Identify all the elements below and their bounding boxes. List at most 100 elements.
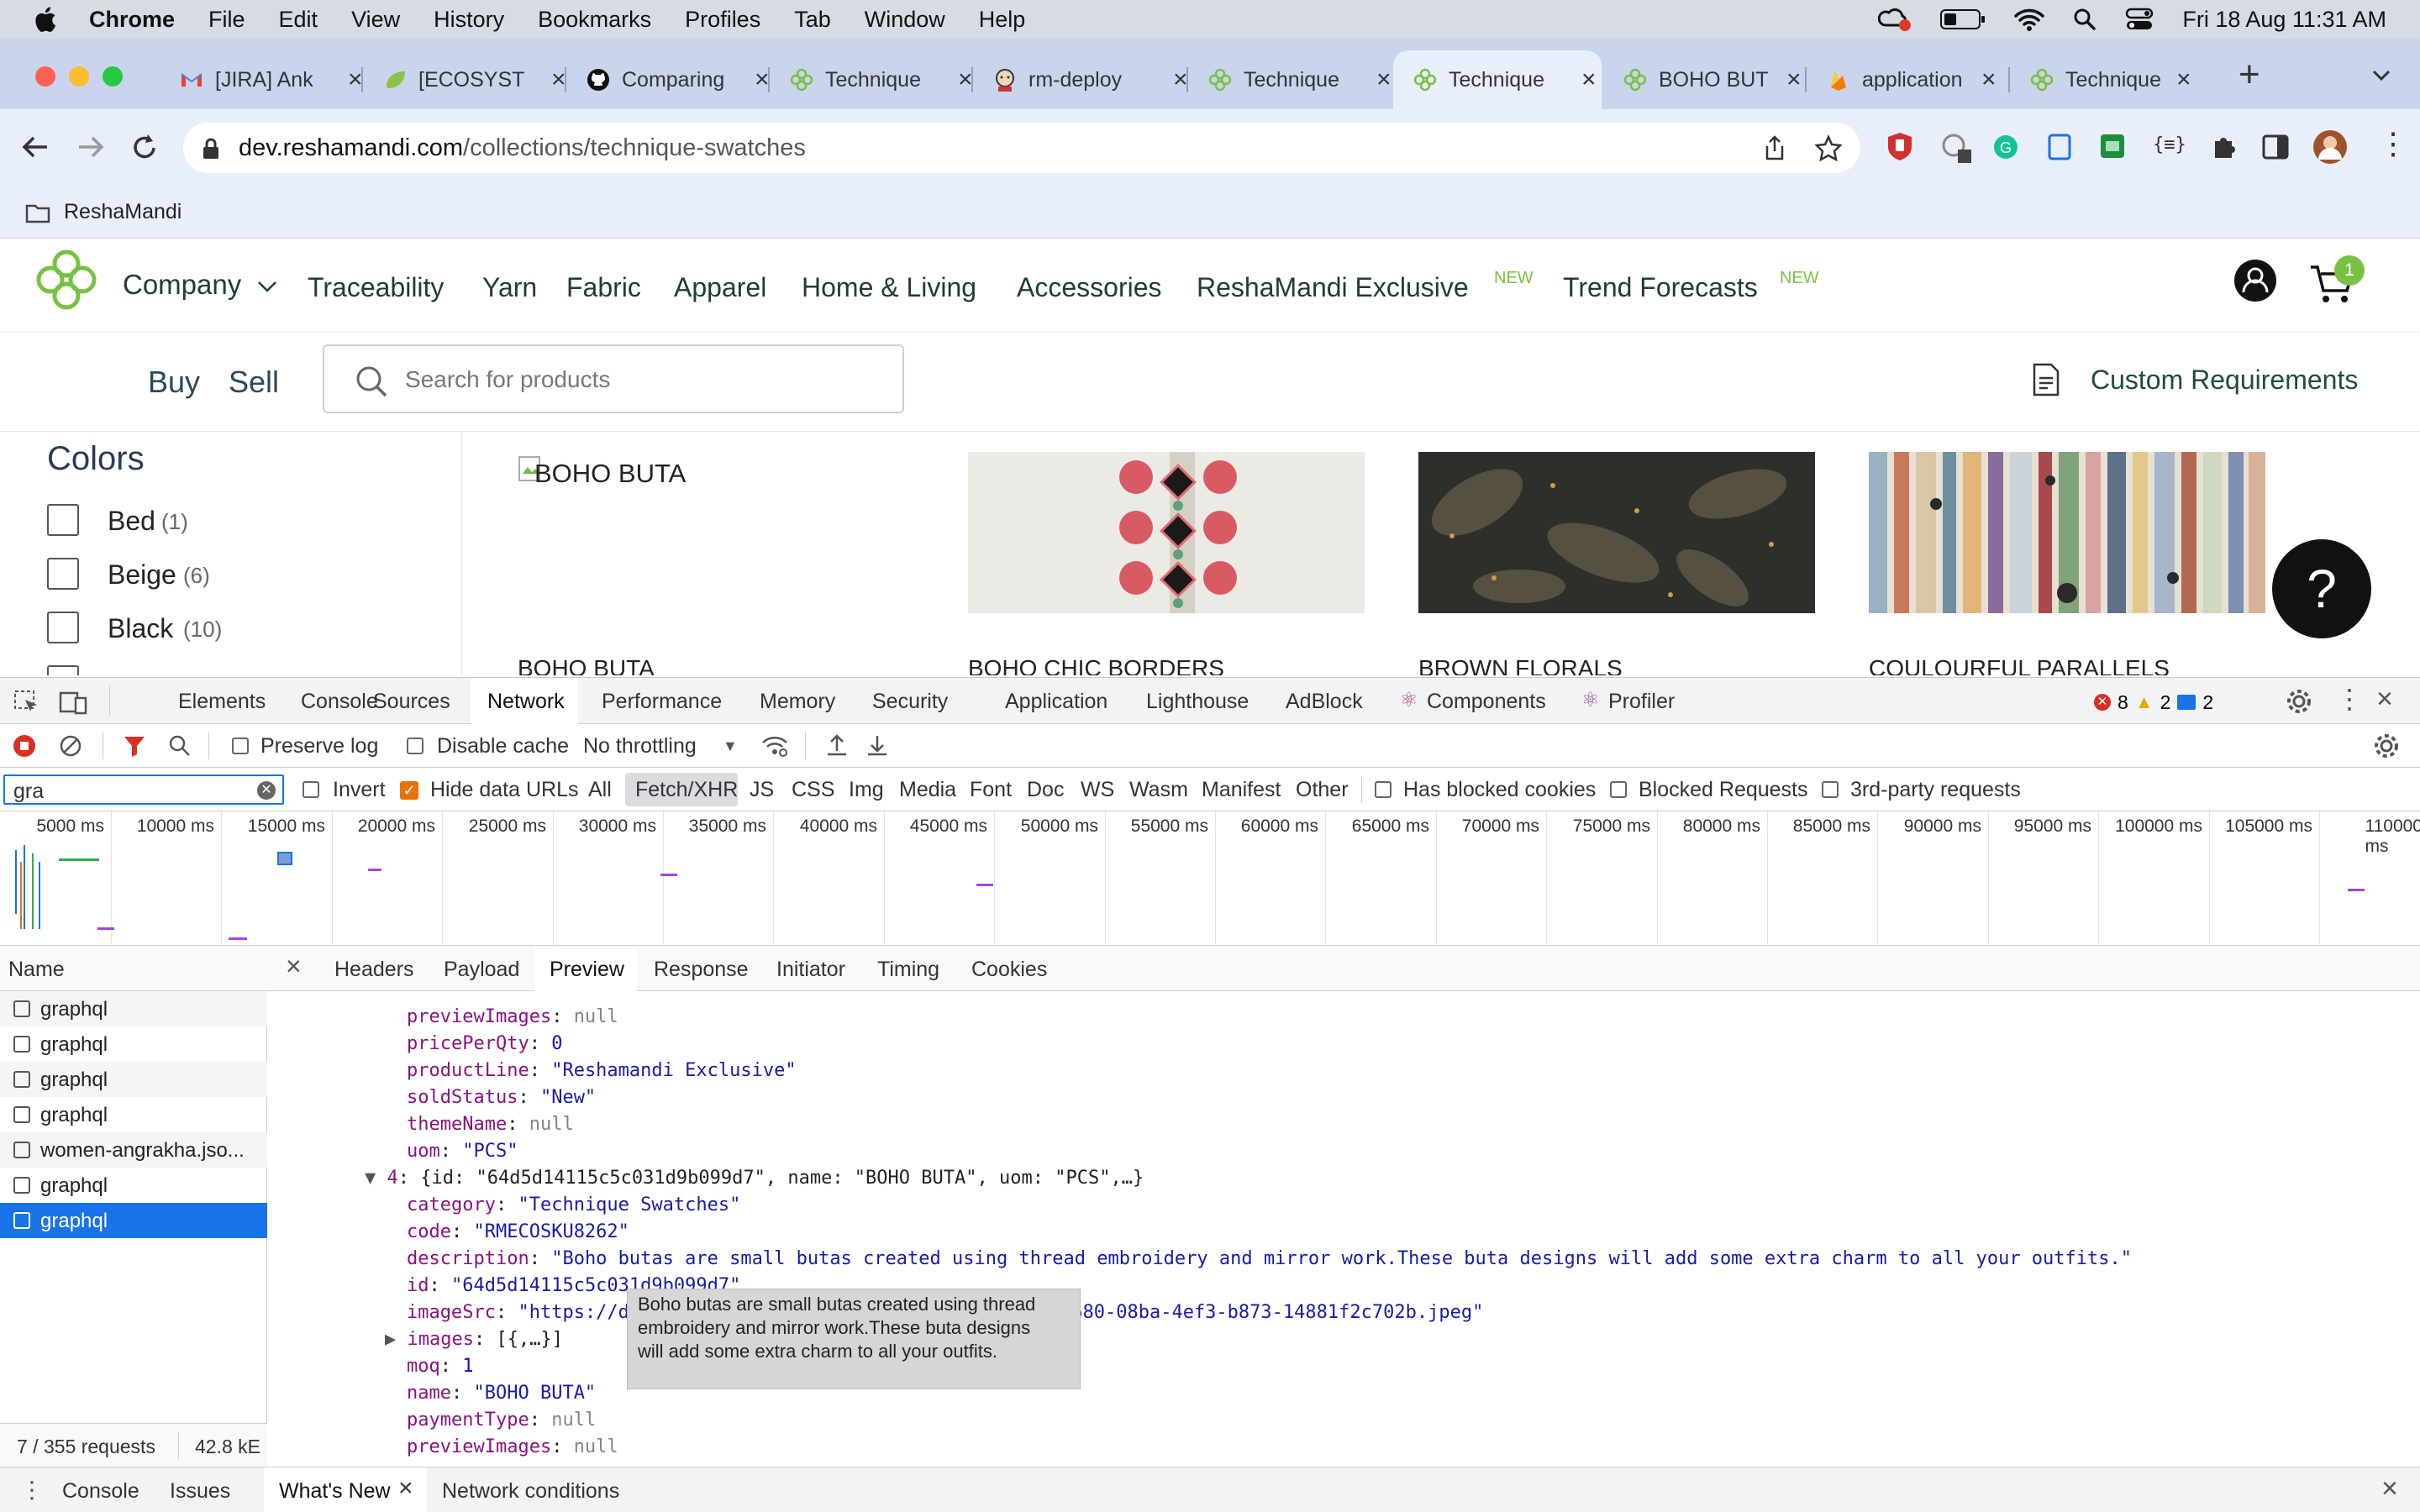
menubar-clock[interactable]: Fri 18 Aug 11:31 AM [2182, 7, 2386, 33]
nav-fabric[interactable]: Fabric [566, 272, 641, 303]
import-har-icon[interactable] [825, 732, 849, 758]
search-icon[interactable] [168, 734, 192, 758]
product-card[interactable]: BOHO BUTA BOHO BUTA [518, 452, 914, 675]
product-card[interactable]: BOHO CHIC BORDERS [968, 452, 1365, 675]
disable-cache-checkbox[interactable] [407, 738, 424, 754]
nav-company[interactable]: Company [123, 269, 241, 301]
profile-avatar[interactable] [2312, 129, 2348, 165]
close-tab-icon[interactable]: × [1786, 66, 1802, 94]
close-tab-icon[interactable]: × [551, 66, 566, 94]
issues-counter[interactable]: ✕ 8 ▲ 2 2 [2094, 690, 2213, 715]
type-filter-doc[interactable]: Doc [1027, 778, 1064, 802]
close-tab-icon[interactable]: × [348, 66, 363, 94]
close-window-button[interactable] [35, 66, 55, 87]
json-line-expandable[interactable]: ▶ images: [{,…}] [385, 1329, 563, 1350]
control-center-icon[interactable] [2125, 8, 2154, 31]
reshamandi-logo[interactable] [34, 247, 99, 312]
filter-icon[interactable] [123, 734, 146, 758]
devtools-tab-console[interactable]: Console [301, 690, 378, 714]
close-tab-icon[interactable]: × [1581, 66, 1597, 94]
request-row-checkbox[interactable] [13, 1212, 30, 1229]
devtools-tab-security[interactable]: Security [872, 690, 948, 714]
nav-traceability[interactable]: Traceability [308, 272, 444, 303]
menu-view[interactable]: View [351, 7, 400, 33]
filter-input[interactable]: gra ✕ [3, 774, 284, 805]
close-tab-icon[interactable]: × [1376, 66, 1392, 94]
drawer-tab-console[interactable]: Console [62, 1479, 139, 1504]
help-button[interactable]: ? [2272, 539, 2371, 638]
request-row-checkbox[interactable] [13, 1142, 30, 1158]
nav-apparel[interactable]: Apparel [674, 272, 766, 303]
sell-link[interactable]: Sell [229, 365, 279, 400]
name-column-header[interactable]: Name [0, 946, 267, 991]
bookmark-star-icon[interactable] [1815, 134, 1842, 161]
menu-tab[interactable]: Tab [794, 7, 831, 33]
grammarly-extension-icon[interactable]: G [1993, 134, 2018, 160]
tab-search-chevron-icon[interactable] [2371, 69, 2391, 82]
reload-icon[interactable] [131, 133, 158, 161]
network-overview-timeline[interactable]: 5000 ms 10000 ms 15000 ms 20000 ms 25000 ms 3… [0, 811, 2420, 946]
clear-icon[interactable] [59, 734, 82, 758]
close-drawer-tab-icon[interactable]: × [398, 1474, 413, 1503]
menu-profiles[interactable]: Profiles [685, 7, 760, 33]
close-tab-icon[interactable]: × [1981, 66, 1996, 94]
throttling-select[interactable]: No throttling ▼ [581, 729, 741, 763]
nav-accessories[interactable]: Accessories [1017, 272, 1162, 303]
invert-checkbox[interactable] [302, 781, 319, 798]
devtools-close-icon[interactable]: × [2376, 683, 2393, 716]
detail-tab-response[interactable]: Response [654, 958, 749, 982]
minimize-window-button[interactable] [69, 66, 89, 87]
blocked-cookies-checkbox[interactable] [1375, 781, 1392, 798]
zoom-window-button[interactable] [103, 66, 123, 87]
drawer-tab-issues[interactable]: Issues [170, 1479, 230, 1504]
browser-tab[interactable]: [ECOSYST × [363, 50, 566, 109]
nav-home-living[interactable]: Home & Living [802, 272, 976, 303]
json-preview[interactable]: previewImages: null pricePerQty: 0 produ… [267, 991, 2420, 1467]
address-bar[interactable]: dev.reshamandi.com/collections/technique… [183, 123, 1860, 173]
extension-globe-icon[interactable] [1941, 133, 1973, 165]
hide-data-urls-checkbox[interactable]: ✓ [400, 781, 418, 800]
ublock-extension-icon[interactable] [1886, 131, 1914, 161]
devtools-tab-sources[interactable]: Sources [373, 690, 450, 714]
devtools-tab-elements[interactable]: Elements [178, 690, 266, 714]
devtools-tab-profiler[interactable]: Profiler [1608, 690, 1675, 714]
product-card[interactable]: COULOURFUL PARALLELS [1869, 452, 2265, 675]
devtools-tab-application[interactable]: Application [1005, 690, 1107, 714]
preserve-log-checkbox[interactable] [232, 738, 249, 754]
request-row-checkbox[interactable] [13, 1000, 30, 1017]
url-text[interactable]: dev.reshamandi.com/collections/technique… [239, 134, 806, 162]
drawer-tab-network-conditions[interactable]: Network conditions [442, 1479, 619, 1504]
request-row-checkbox[interactable] [13, 1106, 30, 1123]
share-icon[interactable] [1763, 134, 1786, 161]
back-icon[interactable] [22, 134, 49, 160]
inspect-element-icon[interactable] [13, 690, 40, 715]
detail-tab-initiator[interactable]: Initiator [776, 958, 845, 982]
blocked-requests-checkbox[interactable] [1610, 781, 1627, 798]
chevron-down-icon[interactable] [257, 281, 277, 292]
apple-icon[interactable] [32, 5, 57, 34]
devtools-tab-components[interactable]: Components [1427, 690, 1546, 714]
network-conditions-icon[interactable] [761, 734, 788, 758]
type-filter-font[interactable]: Font [970, 778, 1012, 802]
devtools-tab-lighthouse[interactable]: Lighthouse [1146, 690, 1249, 714]
type-filter-fetch-xhr[interactable]: Fetch/XHR [625, 773, 738, 806]
detail-tab-headers[interactable]: Headers [334, 958, 414, 982]
device-toolbar-icon[interactable] [59, 690, 87, 715]
bookmark-folder-reshamandi[interactable]: ReshaMandi [64, 200, 182, 224]
menu-file[interactable]: File [208, 7, 245, 33]
menu-window[interactable]: Window [865, 7, 945, 33]
menu-edit[interactable]: Edit [279, 7, 318, 33]
json-extension-icon[interactable]: {≡} [2153, 134, 2186, 155]
browser-tab[interactable]: Comparing × [566, 50, 770, 109]
record-stop-icon[interactable] [13, 735, 35, 757]
wifi-icon[interactable] [2014, 8, 2045, 31]
close-tab-icon[interactable]: × [1173, 66, 1188, 94]
type-filter-wasm[interactable]: Wasm [1129, 778, 1188, 802]
type-filter-img[interactable]: Img [849, 778, 884, 802]
custom-requirements-link[interactable]: Custom Requirements [2091, 365, 2358, 396]
type-filter-all[interactable]: All [588, 778, 612, 802]
browser-tab[interactable]: BOHO BUT × [1603, 50, 1807, 109]
type-filter-js[interactable]: JS [750, 778, 774, 802]
network-settings-gear-icon[interactable] [2373, 732, 2400, 759]
devtools-settings-gear-icon[interactable] [2286, 688, 2312, 715]
